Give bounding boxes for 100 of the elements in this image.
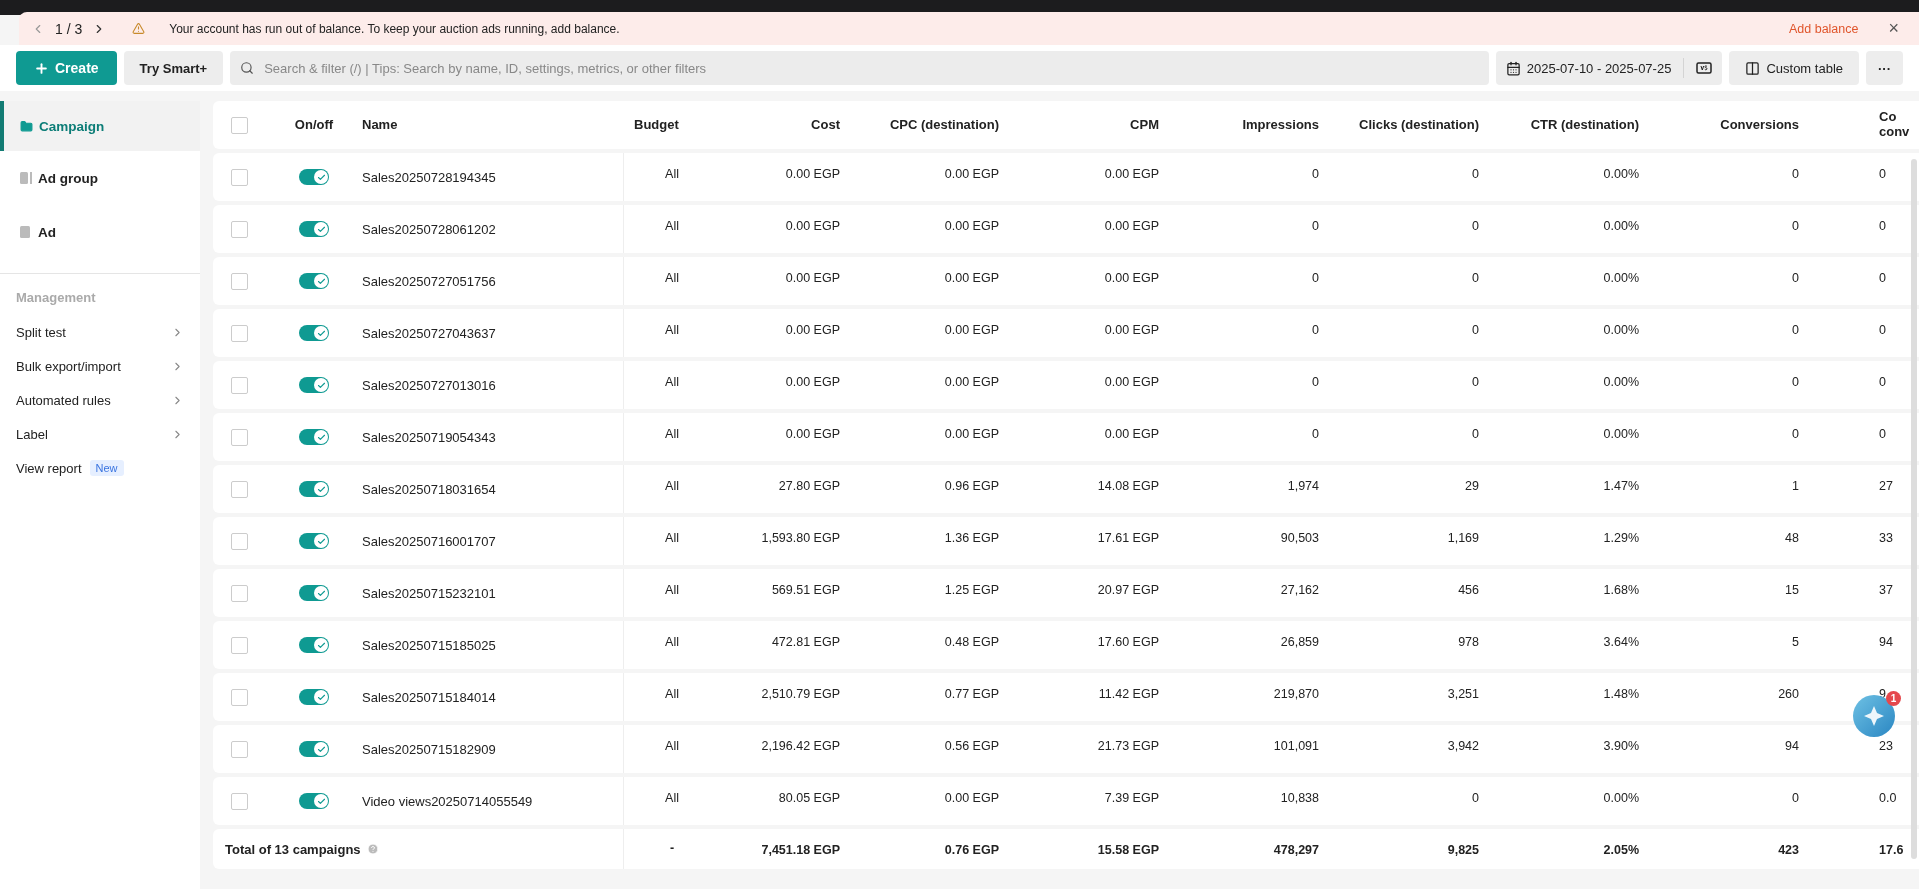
toggle-switch[interactable] (299, 273, 329, 289)
column-header[interactable]: On/off (265, 117, 345, 133)
table-row[interactable]: Sales20250715185025 All 472.81 EGP 0.48 EGP 17.60 EGP 26,859 978 3.64% 5 94 (213, 621, 1919, 669)
checkbox[interactable] (230, 584, 248, 602)
checkbox[interactable] (230, 792, 248, 810)
campaign-name[interactable]: Sales20250727013016 (362, 377, 496, 393)
column-header[interactable]: Co conv (1809, 110, 1909, 140)
column-header[interactable]: Budget (624, 117, 720, 133)
campaign-name[interactable]: Sales20250728061202 (362, 221, 496, 237)
column-header[interactable]: Conversions (1649, 117, 1809, 133)
column-header[interactable]: Cost (720, 117, 850, 133)
custom-table-button[interactable]: Custom table (1729, 51, 1859, 85)
table-row[interactable]: Sales20250716001707 All 1,593.80 EGP 1.36 EGP 17.61 EGP 90,503 1,169 1.29% 48 33 (213, 517, 1919, 565)
checkbox[interactable] (230, 532, 248, 550)
toggle-switch[interactable] (299, 689, 329, 705)
table-row[interactable]: Video views20250714055549 All 80.05 EGP 0.00 EGP 7.39 EGP 10,838 0 0.00% 0 0.0 (213, 777, 1919, 825)
level-tab[interactable]: Ad (0, 205, 200, 259)
table-cell: 21.73 EGP (1097, 739, 1159, 753)
table-cell: 9,825 (1447, 843, 1479, 857)
table-row[interactable]: Sales20250718031654 All 27.80 EGP 0.96 EGP 14.08 EGP 1,974 29 1.47% 1 27 (213, 465, 1919, 513)
level-tab[interactable]: Campaign (0, 101, 200, 151)
toggle-switch[interactable] (299, 481, 329, 497)
campaign-name[interactable]: Sales20250715185025 (362, 637, 496, 653)
campaign-name[interactable]: Sales20250715182909 (362, 741, 496, 757)
checkbox[interactable] (230, 636, 248, 654)
toggle-switch[interactable] (299, 429, 329, 445)
checkbox[interactable] (230, 688, 248, 706)
campaign-name[interactable]: Sales20250715232101 (362, 585, 496, 601)
close-button[interactable]: × (1888, 18, 1899, 39)
search-input[interactable]: Search & filter (/) | Tips: Search by name, ID, settings, metrics, or other filters (262, 59, 1479, 77)
column-header[interactable]: Impressions (1169, 117, 1329, 133)
sidebar-item[interactable]: Bulk export/import (16, 358, 121, 374)
table-cell: 1,169 (1447, 531, 1479, 545)
table-cell: 90,503 (1280, 531, 1319, 545)
campaign-name[interactable]: Sales20250719054343 (362, 429, 496, 445)
table-row[interactable]: Sales20250727051756 All 0.00 EGP 0.00 EGP 0.00 EGP 0 0 0.00% 0 0 (213, 257, 1919, 305)
checkbox[interactable] (230, 428, 248, 446)
table-row[interactable]: Sales20250727013016 All 0.00 EGP 0.00 EGP 0.00 EGP 0 0 0.00% 0 0 (213, 361, 1919, 409)
scrollbar[interactable] (1911, 159, 1917, 859)
column-header[interactable]: Name (345, 117, 624, 133)
toggle-switch[interactable] (299, 169, 329, 185)
column-header[interactable]: CPC (destination) (850, 117, 1009, 133)
sidebar-item[interactable]: View report (16, 460, 82, 476)
toggle-switch[interactable] (299, 325, 329, 341)
campaign-name[interactable]: Sales20250727051756 (362, 273, 496, 289)
checkbox[interactable] (230, 324, 248, 342)
date-range-picker[interactable]: 2025-07-10 - 2025-07-25 (1495, 51, 1723, 85)
campaign-name[interactable]: Sales20250718031654 (362, 481, 496, 497)
table-cell: 0.56 EGP (944, 739, 999, 753)
table-row[interactable]: Sales20250728061202 All 0.00 EGP 0.00 EGP 0.00 EGP 0 0 0.00% 0 0 (213, 205, 1919, 253)
table-cell: 0.48 EGP (944, 635, 999, 649)
check-icon (316, 588, 326, 598)
more-button[interactable]: ··· (1866, 51, 1903, 85)
checkbox[interactable] (230, 220, 248, 238)
table-row[interactable]: Sales20250715232101 All 569.51 EGP 1.25 EGP 20.97 EGP 27,162 456 1.68% 15 37 (213, 569, 1919, 617)
checkbox[interactable] (230, 168, 248, 186)
campaign-name[interactable]: Sales20250715184014 (362, 689, 496, 705)
column-header[interactable]: Clicks (destination) (1329, 117, 1489, 133)
table-cell: 0 (1472, 427, 1479, 441)
table-cell: 2,510.79 EGP (761, 687, 840, 701)
column-header[interactable]: CTR (destination) (1489, 117, 1649, 133)
campaign-name[interactable]: Sales20250728194345 (362, 169, 496, 185)
table-row[interactable]: Sales20250719054343 All 0.00 EGP 0.00 EGP 0.00 EGP 0 0 0.00% 0 0 (213, 413, 1919, 461)
document-icon (20, 171, 32, 185)
sidebar-item[interactable]: Automated rules (16, 392, 111, 408)
level-tab[interactable]: Ad group (0, 151, 200, 205)
toggle-switch[interactable] (299, 793, 329, 809)
compare-icon[interactable] (1696, 62, 1713, 74)
table-cell: 219,870 (1273, 687, 1319, 701)
table-row[interactable]: Sales20250727043637 All 0.00 EGP 0.00 EGP 0.00 EGP 0 0 0.00% 0 0 (213, 309, 1919, 357)
checkbox[interactable] (230, 376, 248, 394)
sidebar-item[interactable]: Split test (16, 324, 66, 340)
table-cell: 0 (1879, 427, 1886, 441)
document-icon (20, 225, 32, 239)
campaign-name[interactable]: Sales20250727043637 (362, 325, 496, 341)
check-icon (316, 276, 326, 286)
table-cell: 15 (1785, 583, 1799, 597)
toggle-switch[interactable] (299, 741, 329, 757)
search-icon (240, 61, 255, 75)
toggle-switch[interactable] (299, 585, 329, 601)
checkbox[interactable] (230, 480, 248, 498)
table-cell: 29 (1465, 479, 1479, 493)
campaign-name[interactable]: Sales20250716001707 (362, 533, 496, 549)
search-field[interactable]: Search & filter (/) | Tips: Search by name, ID, settings, metrics, or other filters (230, 51, 1489, 85)
table-row[interactable]: Sales20250715182909 All 2,196.42 EGP 0.56 EGP 21.73 EGP 101,091 3,942 3.90% 94 23 (213, 725, 1919, 773)
toggle-switch[interactable] (299, 533, 329, 549)
try-smart-button[interactable]: Try Smart+ (123, 51, 224, 85)
sidebar-item[interactable]: Label (16, 426, 48, 442)
toggle-switch[interactable] (299, 377, 329, 393)
campaign-name[interactable]: Video views20250714055549 (362, 793, 533, 809)
checkbox[interactable] (230, 272, 248, 290)
toggle-switch[interactable] (299, 637, 329, 653)
table-row[interactable]: Sales20250728194345 All 0.00 EGP 0.00 EGP 0.00 EGP 0 0 0.00% 0 0 (213, 153, 1919, 201)
table-cell: 0.00 EGP (944, 219, 999, 233)
column-header[interactable]: CPM (1009, 117, 1169, 133)
table-cell: 2,196.42 EGP (761, 739, 840, 753)
table-cell: 0.00% (1603, 167, 1639, 181)
toggle-switch[interactable] (299, 221, 329, 237)
checkbox[interactable] (230, 116, 248, 134)
checkbox[interactable] (230, 740, 248, 758)
